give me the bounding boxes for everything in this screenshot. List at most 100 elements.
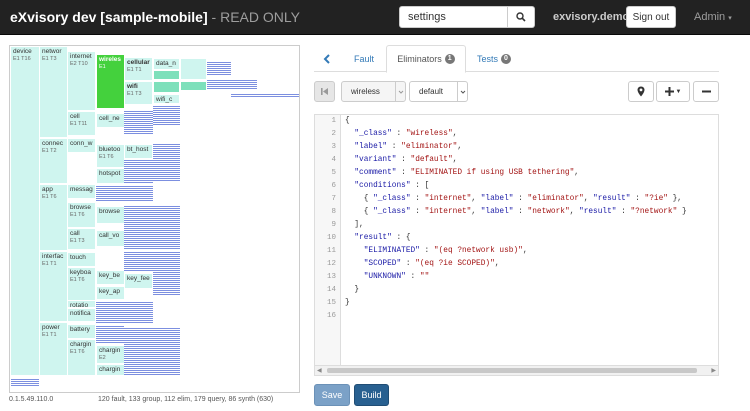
search-input[interactable]	[399, 6, 508, 28]
locate-button[interactable]	[628, 81, 654, 102]
treemap-leaf[interactable]	[153, 81, 180, 93]
treemap-leaf-stripes	[207, 80, 257, 90]
treemap-node-device[interactable]: device E1 T16	[10, 46, 40, 376]
scrollbar-thumb[interactable]	[327, 368, 697, 373]
treemap-node-cell[interactable]: cell E1 T11	[67, 111, 96, 136]
node-label: wireles	[99, 56, 122, 63]
build-button[interactable]: Build	[354, 384, 389, 406]
node-label: battery	[70, 326, 90, 333]
treemap-node-chargin[interactable]: chargin E1 T6	[67, 339, 96, 376]
node-label: cellular	[127, 59, 150, 66]
map-marker-icon	[637, 86, 645, 97]
treemap-node-interfac[interactable]: interfac E1 T1	[39, 251, 68, 322]
treemap-node-conn-w[interactable]: conn_w	[67, 138, 96, 153]
scroll-right-icon[interactable]: ▶	[711, 367, 716, 374]
tab-tests[interactable]: Tests 0	[468, 45, 520, 72]
admin-menu[interactable]: Admin ▾	[694, 11, 732, 23]
treemap-node-touch[interactable]: touch	[67, 252, 96, 267]
tab-eliminators[interactable]: Eliminators 1	[386, 45, 466, 73]
code-line: "result" : {	[354, 234, 411, 242]
treemap-leaf-stripes	[11, 379, 39, 387]
node-label: conn_w	[70, 140, 93, 147]
treemap-node-wireless[interactable]: wireles E1	[96, 54, 125, 109]
treemap-node-app[interactable]: app E1 T6	[39, 184, 68, 251]
line-number: 16	[326, 312, 336, 320]
treemap-node-browse[interactable]: browse E1 T6	[67, 202, 96, 228]
tab-badge: 0	[501, 53, 511, 64]
treemap-node-call-vo[interactable]: call_vo	[96, 230, 125, 247]
treemap-node-messag[interactable]: messag	[67, 184, 96, 199]
treemap-node-browse-leaf[interactable]: browse	[96, 206, 125, 224]
treemap-node-power[interactable]: power E1 T1	[39, 322, 68, 376]
treemap-node-cellular[interactable]: cellular E1 T1	[124, 57, 153, 81]
save-button[interactable]: Save	[314, 384, 350, 406]
treemap-leaf-stripes	[207, 62, 231, 76]
node-label: messag	[70, 186, 93, 193]
search-button[interactable]	[508, 6, 535, 28]
node-stats: E1 T6	[70, 277, 85, 283]
treemap-node-data[interactable]: data_n	[153, 58, 180, 70]
line-number-gutter: 1 2 3 4 5 6 7 8 9 10 11 12 13 14 15 16	[315, 115, 341, 365]
treemap-leaf-stripes	[124, 111, 153, 135]
node-stats: E1 T6	[70, 212, 85, 218]
node-stats: E1 T16	[13, 56, 31, 62]
code-line: "variant" : "default",	[354, 156, 458, 164]
treemap-node-key-ap[interactable]: key_ap	[96, 286, 125, 300]
treemap-node-wifi-c[interactable]: wifi_c	[153, 94, 180, 104]
treemap-node-network[interactable]: networ E1 T3	[39, 46, 68, 138]
treemap-node-hotspot[interactable]: hotspot	[96, 168, 125, 184]
code-line: { "_class" : "internet", "label" : "elim…	[345, 195, 682, 203]
minus-icon	[701, 90, 711, 93]
horizontal-scrollbar[interactable]: ◀ ▶	[315, 365, 718, 375]
tab-label: Tests	[476, 53, 498, 64]
treemap-node-bt-host[interactable]: bt_host	[124, 144, 153, 159]
node-label: cell_ne	[99, 115, 120, 122]
treemap-leaf[interactable]	[180, 58, 207, 80]
code-line: ],	[345, 221, 364, 229]
line-number: 3	[331, 143, 336, 151]
tab-bar: Fault Eliminators 1 Tests 0	[314, 45, 719, 73]
treemap-node-connec[interactable]: connec E1 T2	[39, 138, 68, 184]
tab-fault[interactable]: Fault	[342, 45, 386, 72]
eliminator-select[interactable]: wireless	[341, 81, 406, 102]
add-dropdown-button[interactable]: ▼	[656, 81, 690, 102]
treemap-node-call[interactable]: call E1 T3	[67, 228, 96, 250]
treemap-leaf-stripes	[153, 252, 180, 296]
node-label: key_be	[99, 272, 120, 279]
treemap-node-chargin-e2[interactable]: chargin E2	[96, 345, 125, 364]
line-number: 5	[331, 169, 336, 177]
node-stats: E1 T3	[42, 56, 57, 62]
code-editor[interactable]: 1 2 3 4 5 6 7 8 9 10 11 12 13 14 15 16 {…	[314, 114, 719, 376]
treemap-leaf[interactable]	[153, 70, 180, 80]
scroll-left-icon[interactable]: ◀	[317, 367, 322, 374]
back-button[interactable]	[314, 45, 340, 72]
node-stats: E1 T1	[42, 332, 57, 338]
treemap-node-bluetoo[interactable]: bluetoo E1 T6	[96, 144, 125, 168]
node-stats: E1 T3	[70, 238, 85, 244]
node-stats: E1	[99, 64, 106, 70]
treemap-node-key-fee[interactable]: key_fee	[124, 273, 153, 289]
treemap-node-internet[interactable]: internet E2 T10	[67, 51, 96, 111]
treemap-node-wifi[interactable]: wifi E1 T3	[124, 81, 153, 105]
variant-select[interactable]: default	[409, 81, 468, 102]
first-button[interactable]	[314, 81, 335, 102]
node-stats: E1 T6	[70, 349, 85, 355]
node-stats: E1 T11	[70, 121, 88, 127]
code-line: "SCOPED" : "(eq ?ie SCOPED)",	[363, 260, 500, 268]
treemap-node-cell-ne[interactable]: cell_ne	[96, 113, 125, 128]
tab-label: Eliminators	[397, 54, 442, 64]
treemap-node-chargin-leaf[interactable]: chargin	[96, 364, 125, 376]
app-title[interactable]: eXvisory dev [sample-mobile] - READ ONLY	[10, 9, 300, 25]
treemap-node-key-be[interactable]: key_be	[96, 270, 125, 285]
node-stats: E1 T2	[42, 148, 57, 154]
remove-button[interactable]	[693, 81, 719, 102]
node-label: call	[70, 230, 80, 237]
treemap-leaf[interactable]	[180, 81, 207, 91]
sign-out-button[interactable]: Sign out	[626, 6, 676, 28]
node-label: chargin	[70, 341, 92, 348]
treemap-node-rotation[interactable]: rotatio	[67, 300, 96, 308]
treemap-node-notifica[interactable]: notifica	[67, 308, 96, 322]
node-stats: E1 T1	[127, 67, 142, 73]
treemap-node-battery[interactable]: battery	[67, 324, 96, 339]
node-label: key_fee	[127, 275, 150, 282]
